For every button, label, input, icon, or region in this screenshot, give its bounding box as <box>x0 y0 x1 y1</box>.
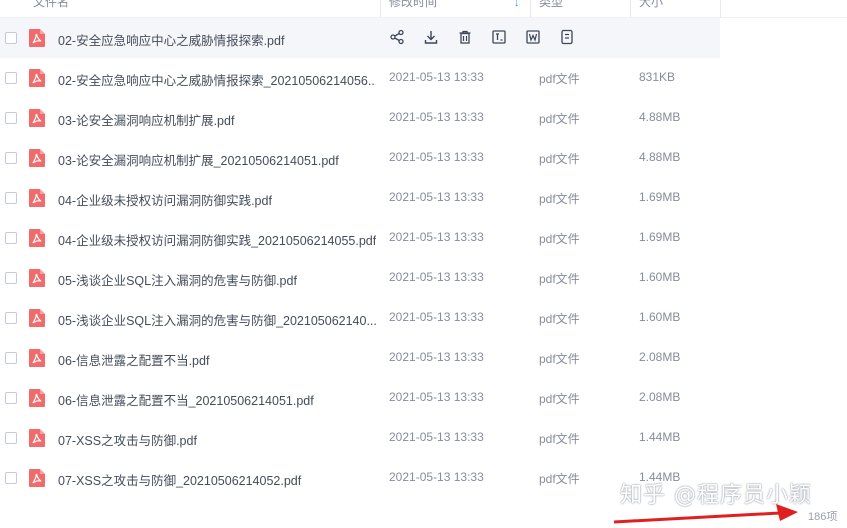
file-name[interactable]: 02-安全应急响应中心之威胁情报探索.pdf <box>58 30 376 49</box>
file-modified-time: 2021-05-13 13:33 <box>389 150 484 164</box>
file-name[interactable]: 05-浅谈企业SQL注入漏洞的危害与防御.pdf <box>58 270 376 289</box>
pdf-file-icon <box>28 348 46 368</box>
row-checkbox[interactable] <box>5 272 17 284</box>
file-modified-time: 2021-05-13 13:33 <box>389 470 484 484</box>
file-modified-time: 2021-05-13 13:33 <box>389 390 484 404</box>
row-checkbox[interactable] <box>5 192 17 204</box>
pdf-file-icon <box>28 268 46 288</box>
delete-icon[interactable] <box>457 29 473 45</box>
file-row[interactable]: 06-信息泄露之配置不当.pdf 2021-05-13 13:33 pdf文件 2.0… <box>0 338 847 378</box>
file-type: pdf文件 <box>539 312 580 326</box>
file-type: pdf文件 <box>539 152 580 166</box>
file-size: 1.60MB <box>639 310 681 324</box>
pdf-file-icon <box>28 388 46 408</box>
file-type: pdf文件 <box>539 352 580 366</box>
pdf-file-icon <box>28 468 46 488</box>
file-row[interactable]: 03-论安全漏洞响应机制扩展_20210506214051.pdf 2021-05… <box>0 138 847 178</box>
row-checkbox[interactable] <box>5 312 17 324</box>
file-modified-time: 2021-05-13 13:33 <box>389 350 484 364</box>
file-modified-time: 2021-05-13 13:33 <box>389 310 484 324</box>
file-row[interactable]: 02-安全应急响应中心之威胁情报探索_20210506214056... 2021… <box>0 58 847 98</box>
file-row[interactable]: 03-论安全漏洞响应机制扩展.pdf 2021-05-13 13:33 pdf文件 4… <box>0 98 847 138</box>
file-name[interactable]: 03-论安全漏洞响应机制扩展.pdf <box>58 110 376 129</box>
row-checkbox[interactable] <box>5 112 17 124</box>
pdf-file-icon <box>28 68 46 88</box>
file-modified-time: 2021-05-13 13:33 <box>389 110 484 124</box>
more-icon[interactable] <box>559 29 575 45</box>
file-size: 831KB <box>639 70 676 84</box>
row-checkbox[interactable] <box>5 352 17 364</box>
share-icon[interactable] <box>389 29 405 45</box>
row-checkbox[interactable] <box>5 472 17 484</box>
pdf-file-icon <box>28 428 46 448</box>
file-name[interactable]: 04-企业级未授权访问漏洞防御实践_20210506214055.pdf <box>58 230 376 249</box>
column-header-name[interactable]: 文件名 <box>33 0 69 16</box>
file-type: pdf文件 <box>539 72 580 86</box>
file-size: 4.88MB <box>639 150 681 164</box>
column-header-time[interactable]: 修改时间 <box>389 0 437 16</box>
file-name[interactable]: 06-信息泄露之配置不当.pdf <box>58 350 376 369</box>
file-size: 2.08MB <box>639 350 681 364</box>
file-size: 1.69MB <box>639 230 681 244</box>
pdf-file-icon <box>28 308 46 328</box>
file-name[interactable]: 04-企业级未授权访问漏洞防御实践.pdf <box>58 190 376 209</box>
file-modified-time: 2021-05-13 13:33 <box>389 430 484 444</box>
file-name[interactable]: 02-安全应急响应中心之威胁情报探索_20210506214056... <box>58 70 376 89</box>
file-row[interactable]: 04-企业级未授权访问漏洞防御实践.pdf 2021-05-13 13:33 pdf… <box>0 178 847 218</box>
row-checkbox[interactable] <box>5 392 17 404</box>
column-divider <box>630 0 631 17</box>
item-count: 186项 <box>808 511 838 523</box>
file-row[interactable]: 07-XSS之攻击与防御.pdf 2021-05-13 13:33 pdf文件 1.4… <box>0 418 847 458</box>
column-divider <box>720 0 721 17</box>
watermark: 知乎 @程序员小颖 <box>620 483 812 508</box>
pdf-file-icon <box>28 148 46 168</box>
column-header-size[interactable]: 大小 <box>639 0 663 16</box>
row-checkbox[interactable] <box>5 152 17 164</box>
file-row[interactable]: 05-浅谈企业SQL注入漏洞的危害与防御_202105062140... 2021… <box>0 298 847 338</box>
file-name[interactable]: 03-论安全漏洞响应机制扩展_20210506214051.pdf <box>58 150 376 169</box>
column-divider <box>380 0 381 17</box>
row-checkbox[interactable] <box>5 232 17 244</box>
word-icon[interactable] <box>525 29 541 45</box>
rename-icon[interactable] <box>491 29 507 45</box>
file-name[interactable]: 06-信息泄露之配置不当_20210506214051.pdf <box>58 390 376 409</box>
file-type: pdf文件 <box>539 432 580 446</box>
file-row[interactable]: 06-信息泄露之配置不当_20210506214051.pdf 2021-05-1… <box>0 378 847 418</box>
file-size: 1.60MB <box>639 270 681 284</box>
sort-down-icon[interactable]: ↓ <box>514 0 520 9</box>
column-header-type[interactable]: 类型 <box>539 0 563 16</box>
file-modified-time: 2021-05-13 13:33 <box>389 70 484 84</box>
file-size: 1.44MB <box>639 430 681 444</box>
file-name[interactable]: 05-浅谈企业SQL注入漏洞的危害与防御_202105062140... <box>58 310 376 329</box>
pdf-file-icon <box>28 228 46 248</box>
pdf-file-icon <box>28 108 46 128</box>
file-type: pdf文件 <box>539 192 580 206</box>
file-name[interactable]: 07-XSS之攻击与防御_20210506214052.pdf <box>58 470 376 489</box>
file-row[interactable]: 02-安全应急响应中心之威胁情报探索.pdf <box>0 18 720 58</box>
file-size: 2.08MB <box>639 390 681 404</box>
column-divider <box>530 0 531 17</box>
file-type: pdf文件 <box>539 232 580 246</box>
file-modified-time: 2021-05-13 13:33 <box>389 270 484 284</box>
pdf-file-icon <box>28 28 46 48</box>
file-row[interactable]: 05-浅谈企业SQL注入漏洞的危害与防御.pdf 2021-05-13 13:33… <box>0 258 847 298</box>
row-checkbox[interactable] <box>5 72 17 84</box>
file-row[interactable]: 04-企业级未授权访问漏洞防御实践_20210506214055.pdf 2021… <box>0 218 847 258</box>
file-list-header: 文件名 修改时间 ↓ 类型 大小 <box>0 0 847 18</box>
pdf-file-icon <box>28 188 46 208</box>
file-size: 4.88MB <box>639 110 681 124</box>
file-type: pdf文件 <box>539 392 580 406</box>
file-name[interactable]: 07-XSS之攻击与防御.pdf <box>58 430 376 449</box>
file-type: pdf文件 <box>539 272 580 286</box>
file-type: pdf文件 <box>539 472 580 486</box>
row-checkbox[interactable] <box>5 32 17 44</box>
download-icon[interactable] <box>423 29 439 45</box>
row-checkbox[interactable] <box>5 432 17 444</box>
file-type: pdf文件 <box>539 112 580 126</box>
file-modified-time: 2021-05-13 13:33 <box>389 190 484 204</box>
file-size: 1.69MB <box>639 190 681 204</box>
file-modified-time: 2021-05-13 13:33 <box>389 230 484 244</box>
